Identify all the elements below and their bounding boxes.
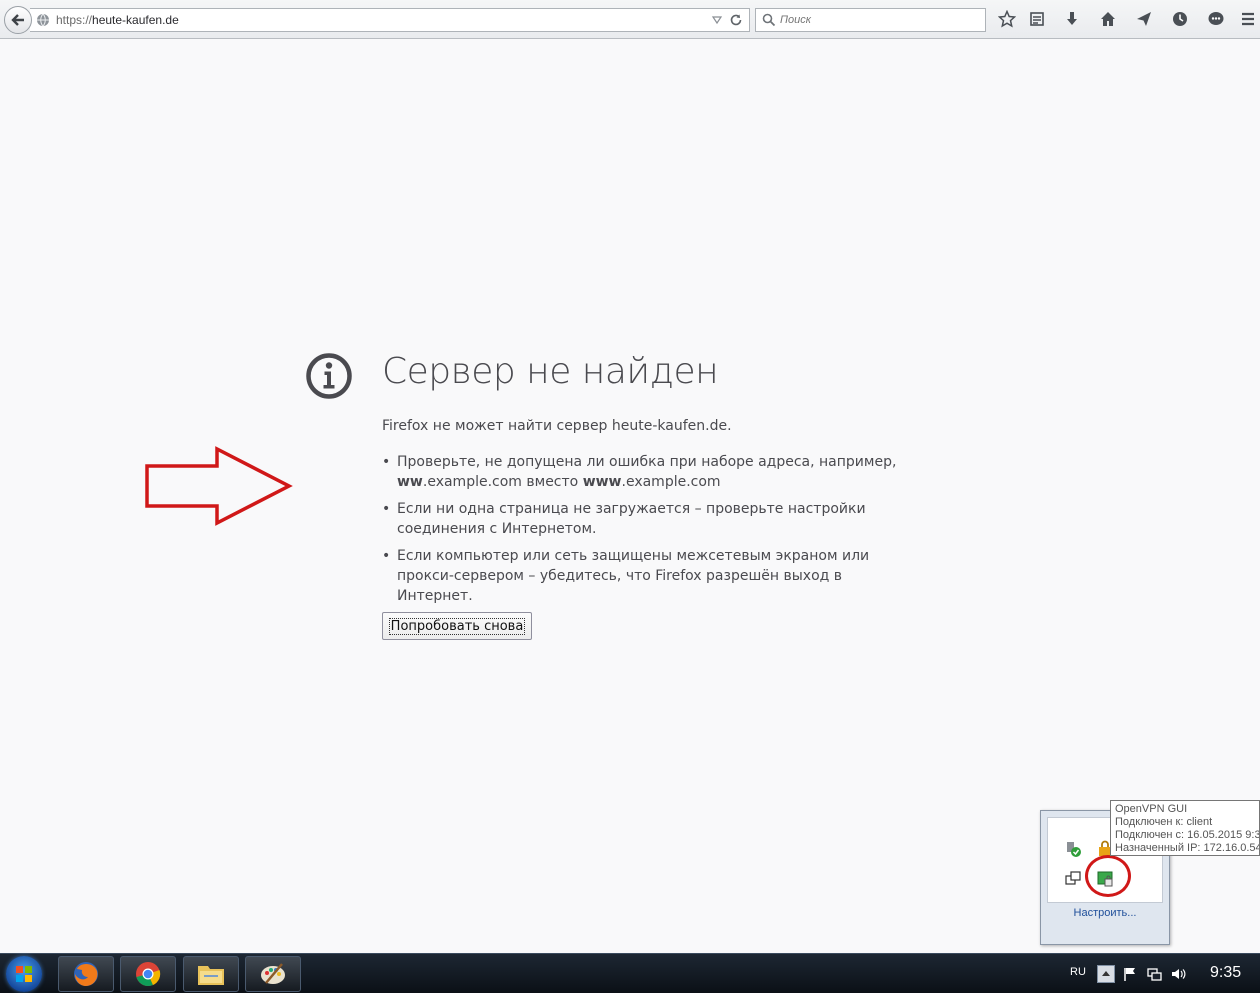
taskbar-explorer[interactable] (183, 956, 239, 992)
network-icon[interactable] (1146, 966, 1162, 982)
url-host: heute-kaufen.de (92, 13, 179, 27)
firefox-icon (74, 962, 98, 986)
start-button[interactable] (6, 956, 42, 992)
menu-icon[interactable] (1238, 9, 1258, 29)
chrome-icon (136, 962, 161, 987)
openvpn-tooltip: OpenVPN GUI Подключен к: client Подключе… (1110, 800, 1260, 856)
tip-bad-prefix: ww (397, 474, 423, 490)
tooltip-line: Подключен с: 16.05.2015 9:3 (1115, 829, 1260, 841)
annotation-circle (1085, 855, 1131, 897)
search-bar[interactable] (755, 8, 986, 32)
try-again-label: Попробовать снова (388, 617, 526, 635)
url-protocol: https:// (56, 13, 93, 27)
tip-text: Проверьте, не допущена ли ошибка при наб… (397, 454, 897, 470)
annotation-arrow-icon (145, 446, 293, 526)
language-indicator[interactable]: RU (1070, 966, 1086, 978)
globe-icon (37, 13, 49, 27)
tooltip-line: Подключен к: client (1115, 816, 1213, 828)
bookmarks-menu-icon[interactable] (1027, 9, 1047, 29)
info-icon (306, 353, 352, 399)
history-icon[interactable] (1170, 9, 1190, 29)
security-check-icon[interactable] (1064, 840, 1082, 858)
bookmark-star-icon[interactable] (997, 9, 1017, 29)
chat-icon[interactable] (1206, 9, 1226, 29)
tip-text: Если ни одна страница не загружается – п… (397, 501, 866, 537)
tip-good-prefix: www (582, 474, 622, 490)
clock[interactable]: 9:35 (1210, 964, 1241, 982)
folder-icon (198, 966, 224, 985)
url-text[interactable]: https://heute-kaufen.de (56, 13, 179, 27)
search-icon (762, 13, 776, 27)
browser-toolbar: https://heute-kaufen.de (0, 0, 1260, 39)
try-again-button[interactable]: Попробовать снова (382, 612, 532, 640)
paint-palette-icon (261, 963, 285, 984)
back-arrow-icon (11, 14, 24, 26)
tooltip-line: OpenVPN GUI (1115, 803, 1188, 815)
search-input[interactable] (780, 14, 980, 26)
customize-link[interactable]: Настроить... (1041, 907, 1169, 919)
tooltip-line: Назначенный IP: 172.16.0.54 (1115, 842, 1260, 854)
action-center-flag-icon[interactable] (1122, 966, 1138, 982)
windows-logo-icon (16, 966, 32, 982)
windows-explorer-icon[interactable] (1064, 870, 1082, 888)
tip-item: Если компьютер или сеть защищены межсете… (382, 546, 922, 606)
url-history-dropdown-icon[interactable] (711, 14, 723, 26)
send-tab-icon[interactable] (1134, 9, 1154, 29)
error-description: Firefox не может найти сервер heute-kauf… (382, 418, 732, 434)
taskbar-paint[interactable] (245, 956, 301, 992)
tip-good-rest: .example.com (621, 474, 721, 490)
taskbar: RU 9:35 (0, 953, 1260, 993)
back-button[interactable] (4, 6, 32, 34)
tip-item: Если ни одна страница не загружается – п… (382, 499, 922, 539)
error-title: Сервер не найден (382, 351, 719, 392)
home-icon[interactable] (1098, 9, 1118, 29)
tip-item: Проверьте, не допущена ли ошибка при наб… (382, 452, 922, 492)
taskbar-firefox[interactable] (58, 956, 114, 992)
reload-icon[interactable] (729, 13, 743, 27)
tray-expand-button[interactable] (1097, 965, 1115, 983)
tip-text: Если компьютер или сеть защищены межсете… (397, 548, 870, 604)
error-tips-list: Проверьте, не допущена ли ошибка при наб… (382, 452, 922, 613)
url-bar[interactable]: https://heute-kaufen.de (30, 8, 750, 32)
tip-bad-rest: .example.com вместо (422, 474, 583, 490)
chevron-up-icon (1102, 971, 1110, 976)
volume-icon[interactable] (1170, 966, 1186, 982)
taskbar-chrome[interactable] (120, 956, 176, 992)
downloads-icon[interactable] (1062, 9, 1082, 29)
